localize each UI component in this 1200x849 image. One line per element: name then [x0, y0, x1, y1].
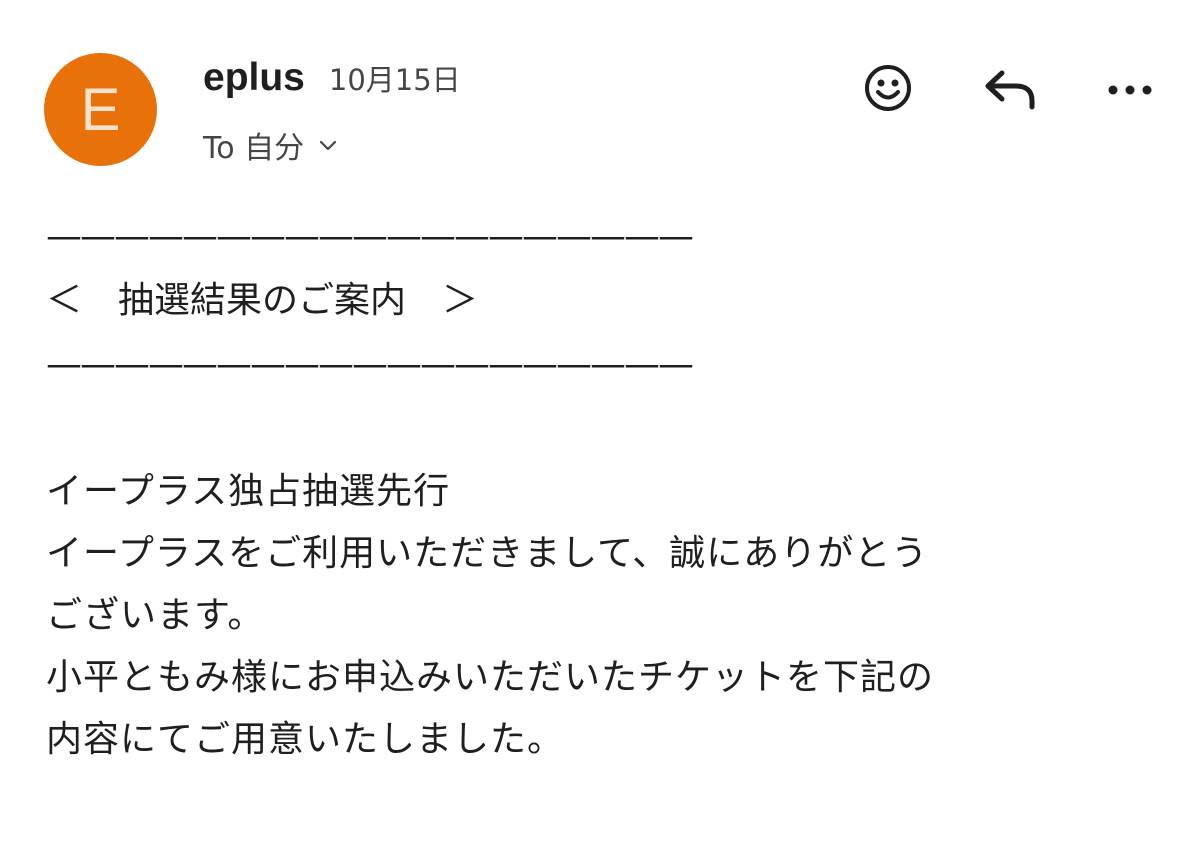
- body-line: ございます。: [46, 595, 265, 636]
- chevron-down-icon[interactable]: [318, 138, 338, 157]
- smiley-face-icon: [862, 62, 914, 118]
- avatar-letter: E: [80, 75, 121, 143]
- message-date: 10月15日: [328, 63, 461, 97]
- sender-avatar[interactable]: E: [44, 53, 157, 166]
- body-line: 小平ともみ様にお申込みいただいたチケットを下記の: [46, 657, 935, 698]
- sender-name[interactable]: eplus: [203, 56, 305, 100]
- divider-top: ———————————————————: [46, 216, 694, 257]
- recipient-toggle[interactable]: To 自分: [203, 123, 338, 167]
- divider-bottom: ———————————————————: [46, 344, 694, 385]
- email-view: E eplus 10月15日 To 自分 ———————————————————…: [0, 0, 1200, 849]
- message-body: ——————————————————— ＜ 抽選結果のご案内 ＞ ———————…: [46, 205, 1156, 771]
- more-horizontal-icon: [1107, 81, 1153, 100]
- reply-button[interactable]: [980, 60, 1040, 120]
- recipient-label: To 自分: [203, 131, 305, 166]
- message-heading: ＜ 抽選結果のご案内 ＞: [46, 280, 479, 321]
- body-line: イープラス独占抽選先行: [46, 471, 451, 512]
- reply-arrow-icon: [982, 65, 1038, 115]
- body-line: 内容にてご用意いたしました。: [46, 719, 565, 760]
- sender-header: eplus 10月15日: [203, 56, 461, 100]
- more-options-button[interactable]: [1100, 60, 1160, 120]
- add-reaction-button[interactable]: [858, 60, 918, 120]
- message-actions: [858, 60, 1160, 120]
- body-line: イープラスをご利用いただきまして、誠にありがとう: [46, 533, 929, 574]
